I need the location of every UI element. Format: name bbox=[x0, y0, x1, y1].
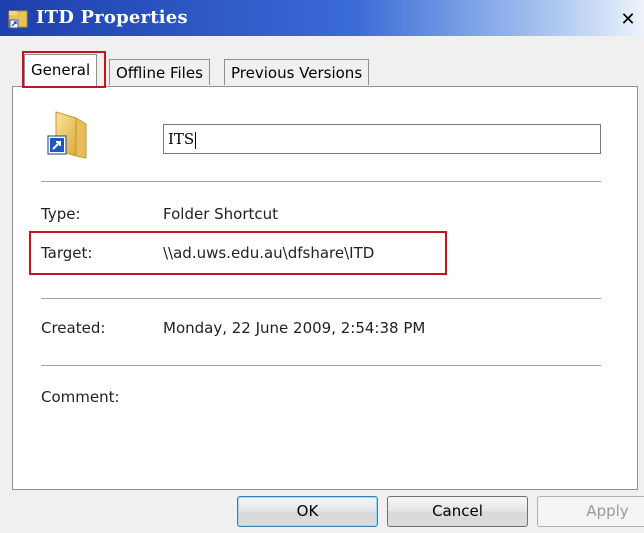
separator bbox=[41, 365, 601, 366]
name-input[interactable]: ITS bbox=[163, 124, 601, 154]
target-value: \\ad.uws.edu.au\dfshare\ITD bbox=[163, 244, 375, 262]
tab-offline-files-label: Offline Files bbox=[116, 64, 203, 82]
tab-previous-versions-label: Previous Versions bbox=[231, 64, 363, 82]
type-label: Type: bbox=[41, 205, 81, 223]
comment-label: Comment: bbox=[41, 388, 120, 406]
tab-general-label: General bbox=[31, 61, 91, 79]
close-button[interactable]: ✕ bbox=[617, 10, 639, 30]
separator bbox=[41, 298, 601, 299]
tab-previous-versions[interactable]: Previous Versions bbox=[224, 59, 370, 85]
tab-offline-files[interactable]: Offline Files bbox=[109, 59, 210, 85]
type-value: Folder Shortcut bbox=[163, 205, 279, 223]
created-value: Monday, 22 June 2009, 2:54:38 PM bbox=[163, 319, 426, 337]
ok-button[interactable]: OK bbox=[237, 496, 378, 527]
apply-button[interactable]: Apply bbox=[537, 496, 644, 527]
close-icon: ✕ bbox=[620, 9, 636, 30]
general-tab-panel: ITS Type: Folder Shortcut Target: \\ad.u… bbox=[12, 86, 638, 490]
created-label: Created: bbox=[41, 319, 106, 337]
separator bbox=[41, 181, 601, 182]
tab-general[interactable]: General bbox=[24, 54, 98, 87]
title-bar[interactable]: ITD Properties ✕ bbox=[0, 0, 644, 36]
target-label: Target: bbox=[41, 244, 93, 262]
properties-dialog: ITD Properties ✕ General Offline Files P… bbox=[0, 0, 644, 533]
folder-shortcut-icon bbox=[8, 10, 28, 29]
folder-shortcut-icon bbox=[47, 111, 87, 159]
window-title: ITD Properties bbox=[36, 7, 188, 28]
cancel-button[interactable]: Cancel bbox=[387, 496, 528, 527]
text-caret bbox=[195, 131, 197, 149]
name-input-value: ITS bbox=[168, 130, 195, 148]
